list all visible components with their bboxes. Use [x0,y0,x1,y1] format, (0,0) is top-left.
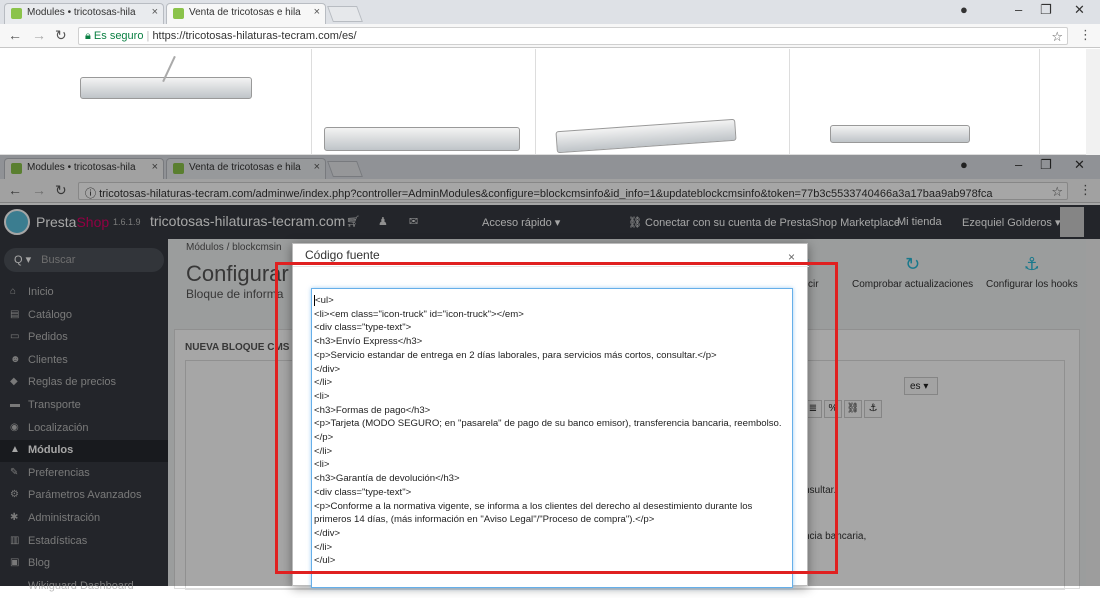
close-window-icon[interactable]: ✕ [1074,2,1085,18]
dialog-title: Código fuente [305,248,380,262]
scrollbar-top[interactable] [1086,49,1100,155]
tab-label: Modules • tricotosas-hila [27,7,136,18]
prestashop-favicon-icon [173,8,184,19]
knitting-machine-image [324,127,520,151]
product-cell[interactable] [536,49,790,155]
menu-icon[interactable]: ⋮ [1079,27,1092,43]
browser-window-top: Modules • tricotosas-hila × Venta de tri… [0,0,1100,48]
tab-label: Venta de tricotosas e hila [189,7,301,18]
reload-icon[interactable]: ↻ [55,27,67,44]
url-input[interactable]: 🔒︎ Es seguro | https://tricotosas-hilatu… [78,27,1068,45]
forward-icon[interactable]: → [32,27,46,43]
tab-venta[interactable]: Venta de tricotosas e hila × [166,3,326,24]
product-cell[interactable] [312,49,536,155]
bookmark-star-icon[interactable]: ☆ [1051,29,1063,44]
url-text: https://tricotosas-hilaturas-tecram.com/… [152,30,357,42]
minimize-icon[interactable]: – [1015,2,1022,17]
knitting-machine-image [80,77,252,99]
user-icon[interactable]: ● [960,2,968,17]
knitting-machine-image [555,118,737,154]
tab-modules[interactable]: Modules • tricotosas-hila × [4,3,164,24]
prestashop-favicon-icon [11,8,22,19]
address-bar: ← → ↻ 🔒︎ Es seguro | https://tricotosas-… [0,24,1100,48]
maximize-icon[interactable]: ❐ [1040,2,1052,18]
close-tab-icon[interactable]: × [152,6,158,18]
back-icon[interactable]: ← [8,27,22,43]
close-tab-icon[interactable]: × [314,6,320,18]
secure-label: Es seguro [93,30,144,42]
tab-strip: Modules • tricotosas-hila × Venta de tri… [0,0,1100,24]
highlight-box [275,262,838,574]
lock-icon: 🔒︎ [85,30,91,42]
new-tab-button[interactable] [327,6,363,22]
knitting-machine-image [830,125,970,143]
product-cell[interactable] [790,49,1040,155]
product-strip [0,49,1100,155]
product-cell[interactable] [72,49,312,155]
